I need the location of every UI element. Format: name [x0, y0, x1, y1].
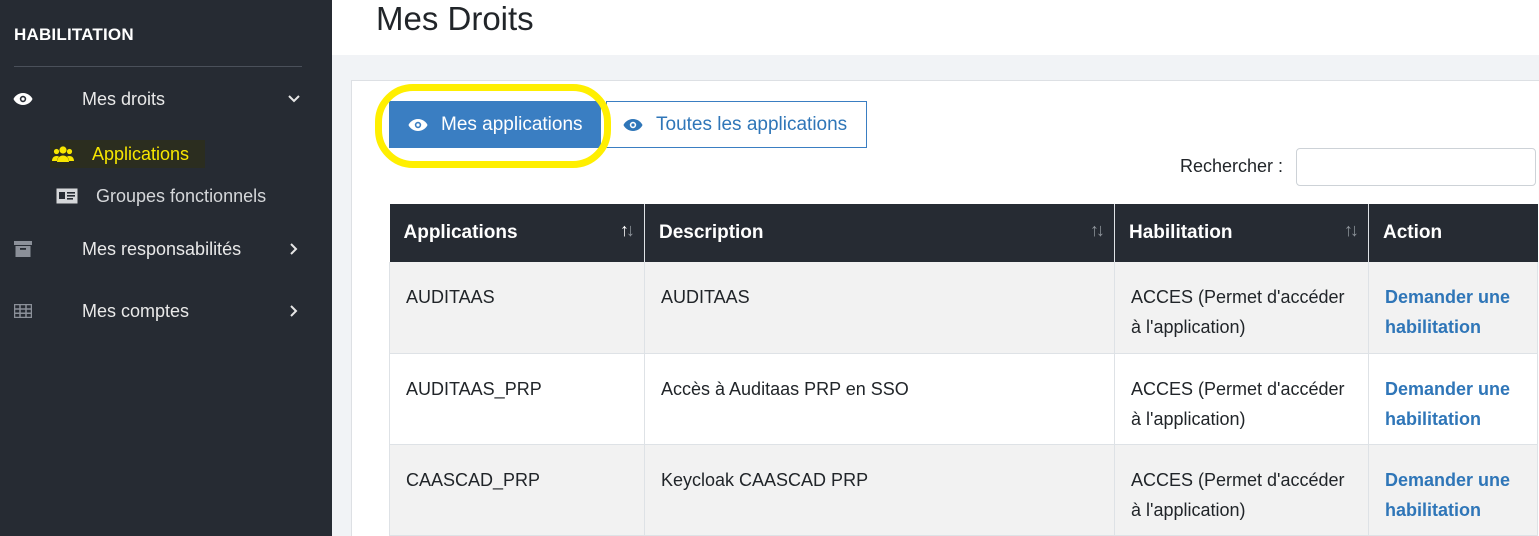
cell-application: AUDITAAS [389, 262, 645, 354]
cell-action: Demander une habilitation [1368, 262, 1538, 354]
cell-application: CAASCAD_PRP [389, 444, 645, 536]
my-applications-button[interactable]: Mes applications [389, 101, 601, 148]
table-row: AUDITAAS_PRP Accès à Auditaas PRP en SSO… [389, 353, 1538, 445]
page-title: Mes Droits [376, 0, 534, 37]
all-applications-label: Toutes les applications [656, 113, 848, 135]
sidebar-item-mes-comptes[interactable]: Mes comptes [0, 291, 332, 331]
users-icon [50, 144, 76, 164]
sidebar-item-label: Mes responsabilités [82, 238, 242, 259]
cell-action: Demander une habilitation [1368, 444, 1538, 536]
cell-action: Demander une habilitation [1368, 353, 1538, 445]
cell-habilitation: ACCES (Permet d'accéder à l'application) [1114, 262, 1369, 354]
cell-description: AUDITAAS [644, 262, 1115, 354]
cell-application: AUDITAAS_PRP [389, 353, 645, 445]
sidebar-item-mes-droits[interactable]: Mes droits [0, 79, 332, 119]
column-header-description[interactable]: Description ↑↓ [644, 204, 1115, 262]
cell-habilitation: ACCES (Permet d'accéder à l'application) [1114, 444, 1369, 536]
sidebar-subitem-label: Groupes fonctionnels [96, 185, 267, 206]
chevron-right-icon [286, 303, 302, 319]
sidebar: HABILITATION Mes droits Applications Gro… [0, 0, 332, 536]
table-row: CAASCAD_PRP Keycloak CAASCAD PRP ACCES (… [389, 444, 1538, 536]
sidebar-divider [14, 66, 302, 67]
cell-habilitation: ACCES (Permet d'accéder à l'application) [1114, 353, 1369, 445]
column-header-applications[interactable]: Applications ↑↓ [389, 204, 645, 262]
sidebar-subitem-label: Applications [92, 143, 190, 164]
archive-icon [12, 240, 34, 258]
table-row: AUDITAAS AUDITAAS ACCES (Permet d'accéde… [389, 262, 1538, 354]
request-habilitation-link[interactable]: Demander une habilitation [1385, 379, 1510, 429]
id-card-icon [54, 186, 80, 206]
column-header-action: Action [1368, 204, 1538, 262]
search-label: Rechercher : [1180, 156, 1284, 176]
request-habilitation-link[interactable]: Demander une habilitation [1385, 287, 1510, 337]
eye-icon [406, 117, 430, 133]
page-header: Mes Droits [332, 0, 1539, 55]
request-habilitation-link[interactable]: Demander une habilitation [1385, 470, 1510, 520]
column-header-label: Habilitation [1129, 222, 1233, 243]
sidebar-item-label: Mes droits [82, 88, 166, 109]
cell-description: Keycloak CAASCAD PRP [644, 444, 1115, 536]
column-header-habilitation[interactable]: Habilitation ↑↓ [1114, 204, 1369, 262]
sidebar-item-label: Mes comptes [82, 300, 190, 321]
cell-description: Accès à Auditaas PRP en SSO [644, 353, 1115, 445]
sidebar-subitem-applications[interactable]: Applications [50, 140, 205, 168]
table-grid-icon [12, 302, 34, 320]
all-applications-button[interactable]: Toutes les applications [606, 101, 867, 148]
sort-icon: ↑↓ [1090, 220, 1105, 240]
column-header-label: Action [1383, 222, 1443, 243]
sort-icon: ↑↓ [1344, 220, 1359, 240]
chevron-down-icon [286, 91, 302, 107]
sort-ascending-icon: ↑↓ [620, 220, 635, 240]
sidebar-brand: HABILITATION [14, 25, 134, 44]
sidebar-item-mes-responsabilites[interactable]: Mes responsabilités [0, 229, 332, 269]
column-header-label: Applications [403, 222, 518, 243]
column-header-label: Description [659, 222, 764, 243]
sidebar-subitem-groupes-fonctionnels[interactable]: Groupes fonctionnels [54, 182, 266, 210]
table-header-row: Applications ↑↓ Description ↑↓ Habilitat… [389, 204, 1538, 262]
eye-icon [12, 90, 34, 108]
eye-icon [621, 117, 645, 133]
my-applications-label: Mes applications [441, 113, 583, 135]
search-input[interactable] [1296, 148, 1536, 186]
applications-table: Applications ↑↓ Description ↑↓ Habilitat… [389, 204, 1538, 536]
chevron-right-icon [286, 241, 302, 257]
